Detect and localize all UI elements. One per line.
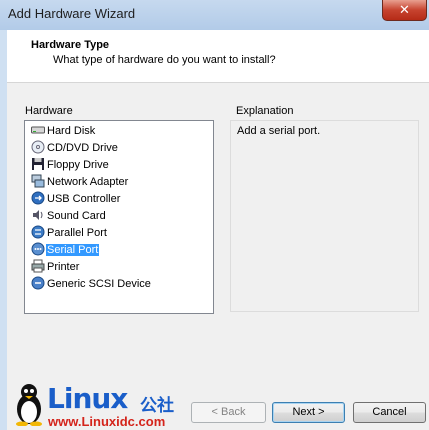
back-button[interactable]: < Back [191,402,266,423]
explanation-box: Add a serial port. [230,120,419,312]
hard-disk-icon [31,126,45,134]
watermark-brand: Linux [47,382,128,415]
wizard-header: Hardware Type What type of hardware do y… [7,30,429,83]
list-item-label: Sound Card [47,210,106,222]
linuxidc-watermark: Linux 公社 www.Linuxidc.com [7,380,192,430]
cd-dvd-drive-icon [31,140,45,154]
list-item-usb-controller[interactable]: USB Controller [31,191,121,207]
close-icon: ✕ [399,2,410,17]
network-adapter-icon [31,174,45,188]
printer-icon [31,259,45,273]
list-item-printer[interactable]: Printer [31,259,80,275]
wizard-window: Add Hardware Wizard ✕ Hardware Type What… [0,0,429,430]
next-button[interactable]: Next > [272,402,345,423]
tux-penguin-icon [16,384,42,426]
list-item-network-adapter[interactable]: Network Adapter [31,174,129,190]
list-item-label: Serial Port [46,244,100,256]
window-title: Add Hardware Wizard [8,6,136,21]
list-item-label: Printer [47,261,80,273]
cancel-button[interactable]: Cancel [353,402,426,423]
list-item-label: USB Controller [47,193,121,205]
list-item-label: Floppy Drive [47,159,109,171]
explanation-label: Explanation [236,105,294,117]
list-item-label: Parallel Port [47,227,107,239]
list-item-parallel-port[interactable]: Parallel Port [31,225,108,241]
serial-port-icon [31,242,45,256]
list-item-label: CD/DVD Drive [47,142,118,154]
scsi-device-icon [31,276,45,290]
explanation-group: Explanation Add a serial port. [230,105,419,312]
page-subtitle: What type of hardware do you want to ins… [53,54,276,66]
usb-controller-icon [31,191,45,205]
floppy-drive-icon [32,158,44,171]
page-title: Hardware Type [31,39,110,51]
window-frame: Hardware Type What type of hardware do y… [0,30,429,430]
list-item-cd-dvd-drive[interactable]: CD/DVD Drive [31,140,119,156]
list-item-label: Generic SCSI Device [47,278,151,290]
list-item-floppy-drive[interactable]: Floppy Drive [31,157,110,173]
parallel-port-icon [31,225,45,239]
explanation-text: Add a serial port. [237,125,321,137]
list-item-label: Network Adapter [47,176,129,188]
title-bar[interactable]: Add Hardware Wizard ✕ [0,0,429,30]
watermark-brand-cn: 公社 [140,396,174,415]
list-item-hard-disk[interactable]: Hard Disk [31,123,96,139]
sound-card-icon [33,210,43,221]
list-item-sound-card[interactable]: Sound Card [31,208,107,224]
list-item-generic-scsi-device[interactable]: Generic SCSI Device [31,276,152,292]
watermark-url: www.Linuxidc.com [48,414,166,429]
list-item-label: Hard Disk [47,125,96,137]
close-button[interactable]: ✕ [382,0,427,21]
hardware-list[interactable]: Hard Disk CD/DVD Drive Floppy Drive Netw… [24,120,214,314]
wizard-client-area: Hardware Type What type of hardware do y… [7,30,429,430]
list-item-serial-port[interactable]: Serial Port [31,242,100,258]
hardware-list-label: Hardware [25,105,73,117]
